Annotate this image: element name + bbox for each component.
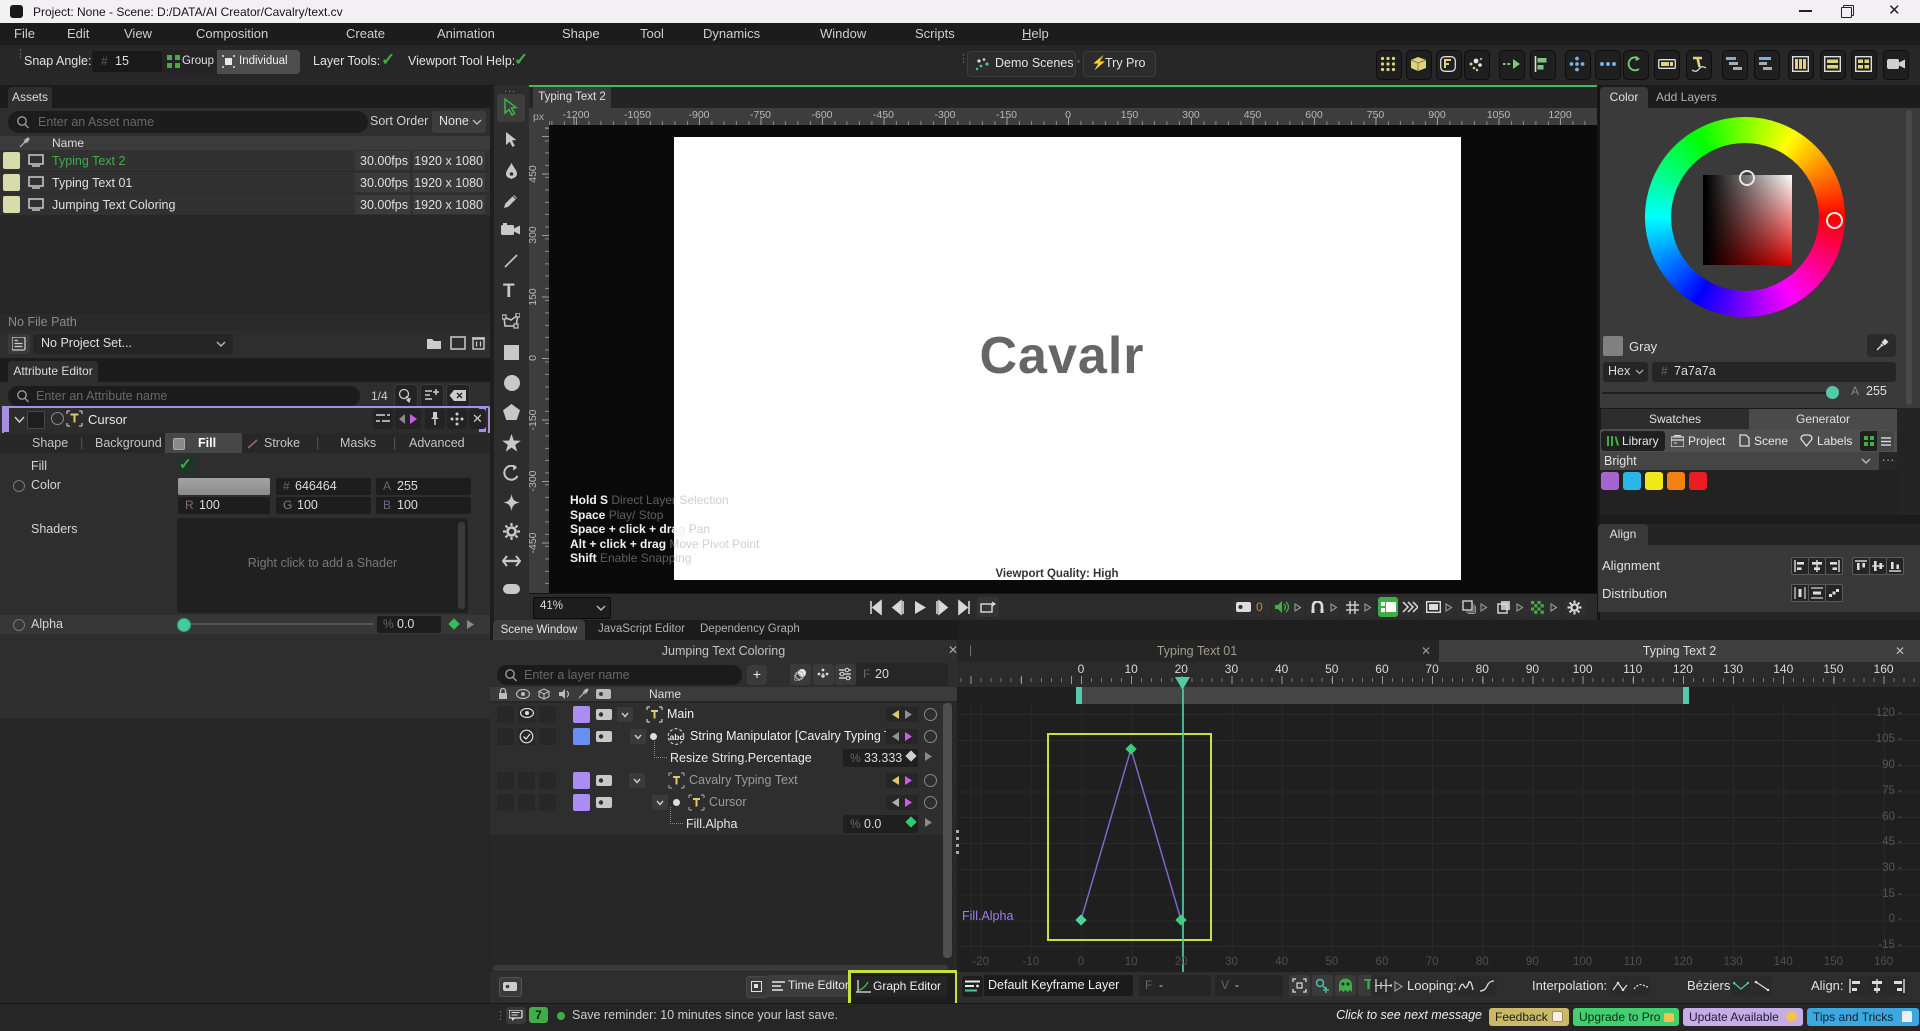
- svg-text:abc: abc: [670, 732, 685, 742]
